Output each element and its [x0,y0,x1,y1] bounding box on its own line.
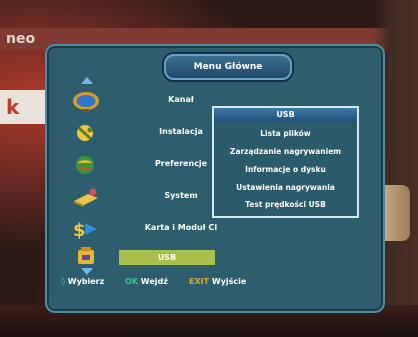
hint-select-label: Wybierz [67,277,105,286]
usb-item-test-predkosci[interactable]: Test prędkości USB [214,200,357,209]
usb-item-informacje-o-dysku[interactable]: Informacje o dysku [214,165,357,174]
system-icon [74,188,98,207]
menu-title: Menu Główne [193,62,263,72]
tv-screen: neo k Menu Główne Kanał Instalacja Prefe… [0,0,418,337]
menu-item-kanal[interactable]: Kanał [131,95,231,104]
hint-select: ◊ Wybierz [61,277,104,286]
usb-item-zarzadzanie-nagrywaniem[interactable]: Zarządzanie nagrywaniem [214,147,357,156]
scroll-up-arrow-icon[interactable] [81,77,93,84]
exit-key-label: EXIT [189,277,210,286]
ok-key-label: OK [125,277,138,286]
card-icon: $ [73,220,97,241]
menu-item-karta-ci[interactable]: Karta i Moduł CI [131,223,231,232]
usb-submenu-panel: USB Lista plików Zarządzanie nagrywaniem… [212,106,359,218]
background-logo-letter: k [6,95,20,119]
tv-icon [73,92,99,112]
usb-icon [78,247,94,264]
satellite-dish-icon [77,125,93,141]
hint-exit-label: Wyjście [211,277,247,286]
globe-icon [76,156,94,174]
svg-text:$: $ [73,220,86,241]
select-key-icon: ◊ [61,277,65,286]
usb-item-ustawienia-nagrywania[interactable]: Ustawienia nagrywania [214,183,357,192]
menu-item-usb[interactable]: USB [119,250,215,265]
hint-ok-label: Wejdź [140,277,168,286]
usb-submenu-title: USB [214,108,357,122]
usb-item-lista-plikow[interactable]: Lista plików [214,129,357,138]
menu-title-bar: Menu Główne [164,54,292,80]
main-menu: Menu Główne Kanał Instalacja Preferencje [45,44,385,313]
hint-ok: OK Wejdź [125,277,168,286]
hint-bar: ◊ Wybierz OK Wejdź EXIT Wyjście [49,277,381,291]
hint-exit: EXIT Wyjście [189,277,246,286]
background-ticker-text: neo [6,31,36,47]
